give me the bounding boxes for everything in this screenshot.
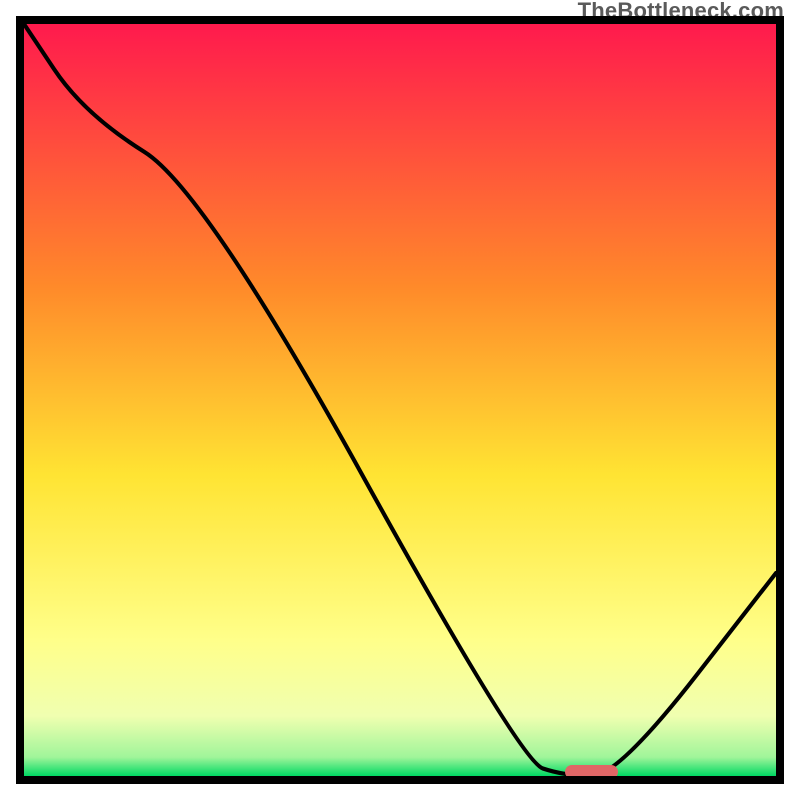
plot-area xyxy=(16,16,784,784)
optimal-range-marker xyxy=(565,765,618,779)
bottleneck-curve xyxy=(24,24,776,776)
bottleneck-chart: TheBottleneck.com xyxy=(0,0,800,800)
